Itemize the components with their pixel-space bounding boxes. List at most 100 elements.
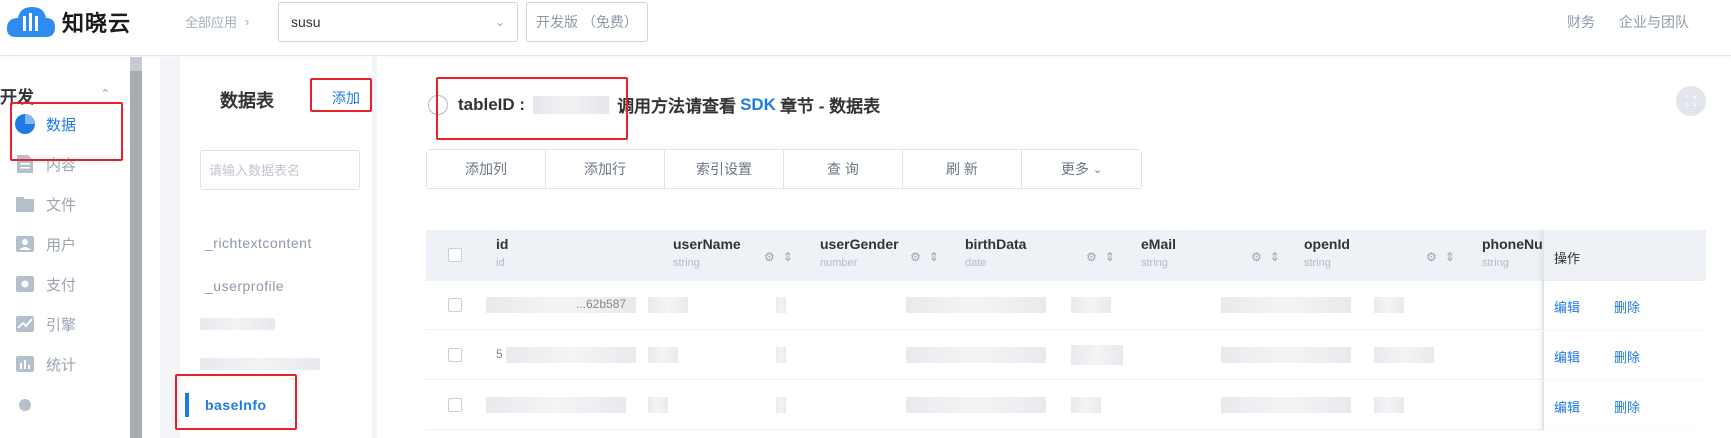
- table-row[interactable]: 5: [426, 331, 1706, 380]
- column-header-id[interactable]: id id: [496, 236, 508, 269]
- actions-header-label: 操作: [1554, 251, 1581, 266]
- title-text: 调用方法请查看: [617, 97, 737, 116]
- expand-icon: ⛶: [1686, 92, 1696, 109]
- cell-redacted: [776, 347, 786, 363]
- cell-redacted: [1071, 297, 1111, 313]
- sort-icon[interactable]: ⇕: [783, 250, 793, 264]
- plan-badge[interactable]: 开发版 （免费）: [526, 2, 648, 42]
- cell-redacted: [906, 347, 1046, 363]
- user-card-icon: [14, 233, 36, 255]
- sdk-link[interactable]: SDK: [740, 95, 776, 115]
- edit-row-link[interactable]: 编辑: [1554, 397, 1580, 416]
- breadcrumb-all-apps[interactable]: 全部应用: [185, 12, 237, 31]
- top-bar: 知晓云 全部应用 › susu ⌄ 开发版 （免费） 财务 企业与团队: [0, 0, 1731, 56]
- column-header-birthdata[interactable]: birthData date: [965, 236, 1026, 269]
- sort-icon[interactable]: ⇕: [929, 250, 939, 264]
- actions-column-header: 操作: [1542, 230, 1706, 281]
- finance-link[interactable]: 财务: [1567, 12, 1595, 32]
- column-type: string: [673, 257, 700, 269]
- add-row-button[interactable]: 添加行: [546, 150, 665, 188]
- column-name: phoneNu: [1482, 236, 1543, 252]
- column-header-usergender[interactable]: userGender number: [820, 236, 899, 269]
- select-all-checkbox[interactable]: [448, 248, 462, 262]
- cell-redacted: [1221, 297, 1351, 313]
- tables-panel-title: 数据表: [220, 91, 274, 111]
- delete-row-link[interactable]: 删除: [1614, 347, 1640, 366]
- row-actions: 编辑 删除: [1542, 281, 1706, 330]
- gear-icon[interactable]: ⚙: [764, 250, 775, 264]
- chevron-right-icon: ›: [245, 14, 250, 29]
- cell-redacted: [1374, 397, 1404, 413]
- cell-redacted: [1374, 347, 1434, 363]
- column-type: string: [1304, 257, 1331, 269]
- row-checkbox[interactable]: [448, 298, 462, 312]
- column-type: date: [965, 257, 987, 269]
- more-button[interactable]: 更多 ⌄: [1022, 150, 1141, 188]
- line-chart-icon: [14, 313, 36, 335]
- more-label: 更多: [1060, 161, 1089, 177]
- breadcrumb[interactable]: 全部应用 ›: [185, 12, 249, 31]
- sidebar-item-payment[interactable]: 支付: [14, 269, 124, 299]
- cell-redacted: [1221, 347, 1351, 363]
- row-actions: 编辑 删除: [1542, 331, 1706, 380]
- gear-icon[interactable]: ⚙: [1086, 250, 1097, 264]
- sidebar-item-more[interactable]: [14, 387, 124, 417]
- column-name: openId: [1304, 236, 1350, 252]
- row-checkbox[interactable]: [448, 348, 462, 362]
- refresh-button[interactable]: 刷 新: [903, 150, 1022, 188]
- index-settings-button[interactable]: 索引设置: [665, 150, 784, 188]
- app-select-value: susu: [291, 14, 321, 30]
- fullscreen-button[interactable]: ⛶: [1676, 86, 1706, 116]
- column-header-username[interactable]: userName string: [673, 236, 741, 269]
- row-checkbox[interactable]: [448, 398, 462, 412]
- column-header-email[interactable]: eMail string: [1141, 236, 1176, 269]
- gear-icon[interactable]: ⚙: [1251, 250, 1262, 264]
- delete-row-link[interactable]: 删除: [1614, 397, 1640, 416]
- query-button[interactable]: 查 询: [784, 150, 903, 188]
- folder-icon: [14, 193, 36, 215]
- column-header-openid[interactable]: openId string: [1304, 236, 1350, 269]
- cell-redacted: [776, 297, 786, 313]
- table-row[interactable]: [426, 381, 1706, 430]
- sort-icon[interactable]: ⇕: [1105, 250, 1115, 264]
- delete-row-link[interactable]: 删除: [1614, 297, 1640, 316]
- table-item-redacted[interactable]: [200, 318, 275, 330]
- gear-icon[interactable]: ⚙: [1426, 250, 1437, 264]
- annotation-box-baseinfo: [175, 374, 297, 430]
- sidebar-item-label: 用户: [46, 236, 77, 254]
- sort-icon[interactable]: ⇕: [1270, 250, 1280, 264]
- table-item-userprofile[interactable]: _userprofile: [205, 278, 284, 294]
- edit-row-link[interactable]: 编辑: [1554, 347, 1580, 366]
- column-header-phonenumber[interactable]: phoneNu string: [1482, 236, 1543, 269]
- edit-row-link[interactable]: 编辑: [1554, 297, 1580, 316]
- app-select[interactable]: susu ⌄: [278, 2, 518, 42]
- chevron-down-icon: ⌄: [494, 15, 505, 29]
- annotation-box-add: [310, 78, 372, 112]
- add-column-button[interactable]: 添加列: [427, 150, 546, 188]
- sidebar-item-files[interactable]: 文件: [14, 189, 124, 219]
- table-item-richtextcontent[interactable]: _richtextcontent: [205, 235, 312, 251]
- table-item-redacted[interactable]: [200, 358, 320, 370]
- sidebar-scrollbar-thumb[interactable]: [130, 71, 142, 438]
- cell-redacted: [506, 347, 636, 363]
- table-toolbar: 添加列 添加行 索引设置 查 询 刷 新 更多 ⌄: [426, 149, 1142, 189]
- column-controls: ⚙ ⇕: [1251, 250, 1280, 264]
- logo[interactable]: 知晓云: [6, 5, 131, 39]
- table-row[interactable]: ...62b587: [426, 281, 1706, 330]
- id-fragment: 5: [496, 347, 503, 361]
- cell-redacted: [1071, 397, 1101, 413]
- bar-chart-icon: [14, 353, 36, 375]
- column-name: id: [496, 236, 509, 252]
- table-search-input[interactable]: [200, 150, 360, 190]
- settings-icon: [14, 391, 36, 413]
- column-name: userGender: [820, 236, 899, 252]
- enterprise-team-link[interactable]: 企业与团队: [1619, 12, 1689, 32]
- sort-icon[interactable]: ⇕: [1445, 250, 1455, 264]
- sidebar-item-users[interactable]: 用户: [14, 229, 124, 259]
- gear-icon[interactable]: ⚙: [910, 250, 921, 264]
- column-type: id: [496, 257, 505, 269]
- sidebar-item-label: 文件: [46, 196, 77, 214]
- sidebar-item-engine[interactable]: 引擎: [14, 309, 124, 339]
- sidebar-item-stats[interactable]: 统计: [14, 349, 124, 379]
- sidebar-scrollbar[interactable]: [130, 57, 142, 438]
